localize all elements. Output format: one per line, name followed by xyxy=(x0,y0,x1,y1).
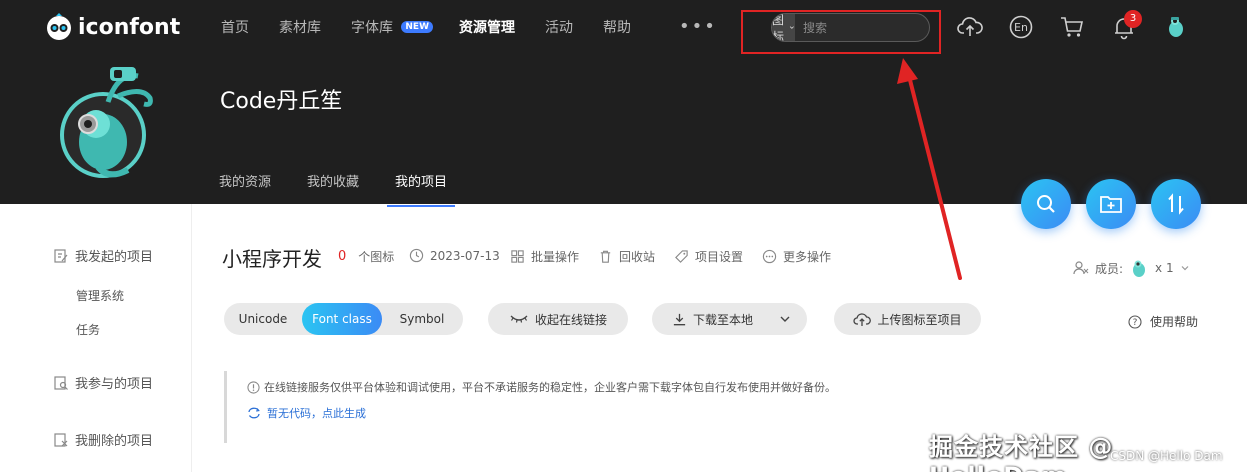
download-label: 下载至本地 xyxy=(693,312,754,327)
download-icon xyxy=(673,313,686,325)
generate-code-link[interactable]: 暂无代码，点此生成 xyxy=(247,405,366,421)
tag-icon xyxy=(675,250,688,263)
notice-text-row: 在线链接服务仅供平台体验和调试使用，平台不承诺服务的稳定性，企业客户需下载字体包… xyxy=(247,379,836,395)
edit-document-icon xyxy=(54,248,68,263)
users-icon xyxy=(1073,261,1089,275)
search-icon xyxy=(1037,195,1055,213)
batch-operation-button[interactable]: 批量操作 xyxy=(510,248,579,265)
project-settings-button[interactable]: 项目设置 xyxy=(674,248,743,265)
download-button[interactable]: 下载至本地 xyxy=(652,303,807,335)
chevron-down-icon xyxy=(780,316,790,322)
svg-text:?: ? xyxy=(1133,318,1138,328)
search-projects-button[interactable] xyxy=(1021,179,1071,229)
tab-unicode[interactable]: Unicode xyxy=(224,303,302,335)
folder-add-icon xyxy=(1100,196,1122,213)
question-circle-icon: ? xyxy=(1128,314,1142,329)
tab-my-resources[interactable]: 我的资源 xyxy=(219,171,271,190)
iconfont-logo-icon xyxy=(47,13,71,40)
members-count: x 1 xyxy=(1155,261,1174,275)
generate-code-label: 暂无代码，点此生成 xyxy=(267,407,366,420)
upload-icons-button[interactable]: 上传图标至项目 xyxy=(834,303,981,335)
nav-item-home[interactable]: 首页 xyxy=(221,17,249,37)
new-badge: NEW xyxy=(401,21,433,33)
collapse-link-button[interactable]: 收起在线链接 xyxy=(488,303,628,335)
brand-logo[interactable]: iconfont xyxy=(44,12,180,42)
sidebar-item-label: 我删除的项目 xyxy=(75,434,154,449)
profile-tabs: 我的资源 我的收藏 我的项目 xyxy=(219,171,483,207)
new-project-button[interactable] xyxy=(1086,179,1136,229)
sidebar-subitem-tasks[interactable]: 任务 xyxy=(76,321,100,338)
members-dropdown[interactable]: 成员: x 1 xyxy=(1073,258,1190,278)
sidebar-item-deleted-projects[interactable]: 我删除的项目 xyxy=(53,430,153,449)
notice-text: 在线链接服务仅供平台体验和调试使用，平台不承诺服务的稳定性，企业客户需下载字体包… xyxy=(264,381,836,394)
format-tabs: Unicode Font class Symbol xyxy=(224,303,463,335)
clock-icon xyxy=(409,248,424,263)
sidebar-item-label: 我参与的项目 xyxy=(75,377,154,392)
tab-my-favorites[interactable]: 我的收藏 xyxy=(307,171,359,190)
annotation-highlight-box xyxy=(741,10,941,54)
icon-count: 0 个图标 xyxy=(338,248,394,265)
nav-item-resources[interactable]: 资源管理 xyxy=(459,17,515,37)
user-avatar-icon[interactable] xyxy=(1163,14,1189,40)
project-title: 小程序开发 xyxy=(222,247,322,271)
member-avatar-icon xyxy=(1133,260,1146,277)
language-en-icon[interactable]: En xyxy=(1008,14,1034,40)
project-settings-label: 项目设置 xyxy=(695,250,744,264)
grid-icon xyxy=(511,250,524,263)
upload-icons-label: 上传图标至项目 xyxy=(877,312,962,327)
svg-text:En: En xyxy=(1014,21,1028,34)
cart-icon[interactable] xyxy=(1059,14,1085,40)
icon-count-number: 0 xyxy=(338,249,347,264)
profile-avatar xyxy=(60,67,153,178)
nav-item-materials[interactable]: 素材库 xyxy=(279,17,321,37)
profile-username: Code丹丘笙 xyxy=(220,89,343,114)
document-delete-icon xyxy=(54,432,68,447)
recycle-bin-button[interactable]: 回收站 xyxy=(598,248,655,265)
usage-help-link[interactable]: ? 使用帮助 xyxy=(1128,313,1198,330)
sort-icon xyxy=(1168,193,1184,215)
project-date: 2023-07-13 xyxy=(409,248,500,263)
nav-item-fonts[interactable]: 字体库 NEW xyxy=(351,17,433,37)
upload-cloud-icon xyxy=(853,312,872,326)
more-circle-icon xyxy=(762,249,777,264)
tab-my-projects[interactable]: 我的项目 xyxy=(387,171,456,207)
members-label: 成员: xyxy=(1095,261,1124,276)
brand-name: iconfont xyxy=(78,14,181,40)
sidebar-item-label: 我发起的项目 xyxy=(75,250,154,265)
sidebar-item-my-projects[interactable]: 我发起的项目 xyxy=(53,246,153,265)
more-actions-label: 更多操作 xyxy=(783,250,832,264)
document-search-icon xyxy=(54,375,68,390)
chevron-down-icon xyxy=(1181,266,1189,271)
sidebar-item-joined-projects[interactable]: 我参与的项目 xyxy=(53,373,153,392)
icon-count-label: 个图标 xyxy=(358,250,395,264)
trash-icon xyxy=(600,250,611,263)
nav-item-fonts-label: 字体库 xyxy=(351,20,393,36)
nav-item-help[interactable]: 帮助 xyxy=(603,17,631,37)
warning-circle-icon xyxy=(247,380,260,394)
top-header: iconfont 首页 素材库 字体库 NEW 资源管理 活动 帮助 ••• 图… xyxy=(0,0,1247,207)
upload-cloud-icon[interactable] xyxy=(957,14,983,40)
usage-help-label: 使用帮助 xyxy=(1150,315,1199,329)
tab-font-class[interactable]: Font class xyxy=(302,303,382,335)
more-actions-button[interactable]: 更多操作 xyxy=(762,248,831,265)
tab-symbol[interactable]: Symbol xyxy=(382,303,462,335)
eye-closed-icon xyxy=(510,315,528,323)
refresh-icon xyxy=(248,407,260,419)
sort-button[interactable] xyxy=(1151,179,1201,229)
project-date-text: 2023-07-13 xyxy=(430,248,500,263)
more-menu-icon[interactable]: ••• xyxy=(679,17,717,37)
recycle-bin-label: 回收站 xyxy=(619,250,656,264)
watermark-sub: CSDN @Hello Dam xyxy=(1110,449,1223,463)
nav-item-activity[interactable]: 活动 xyxy=(545,17,573,37)
main-nav: 首页 素材库 字体库 NEW 资源管理 活动 帮助 xyxy=(221,17,661,37)
notification-count-badge: 3 xyxy=(1124,10,1142,28)
batch-operation-label: 批量操作 xyxy=(531,250,580,264)
project-sidebar: 我发起的项目 管理系统 任务 我参与的项目 我删除的项目 xyxy=(0,204,192,472)
sidebar-subitem-management-system[interactable]: 管理系统 xyxy=(76,287,124,304)
collapse-link-label: 收起在线链接 xyxy=(534,312,607,327)
